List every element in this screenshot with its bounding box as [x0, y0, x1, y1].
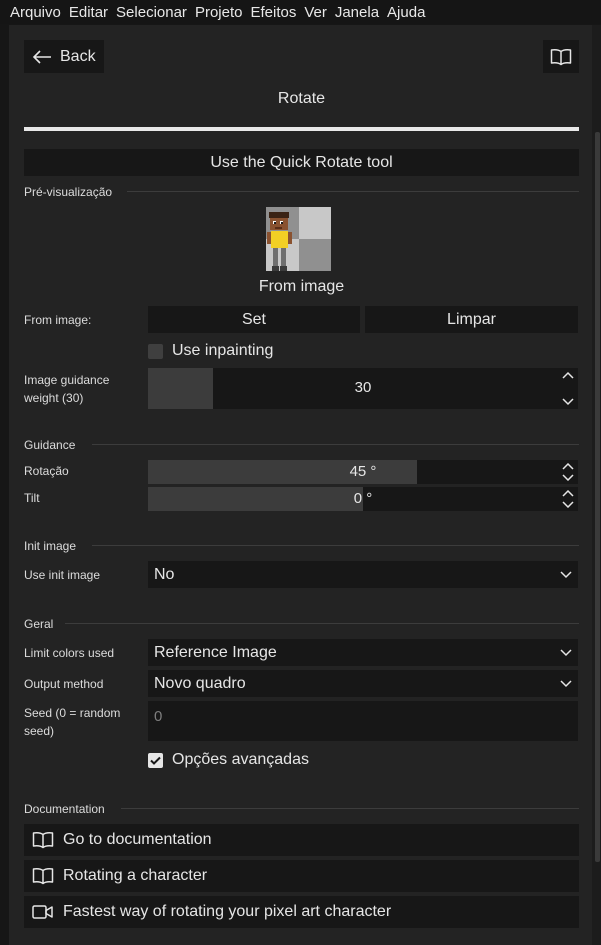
book-icon [32, 868, 54, 885]
limit-colors-select[interactable]: Reference Image [148, 639, 578, 666]
from-image-label: From image: [24, 313, 92, 327]
menu-bar: Arquivo Editar Selecionar Projeto Efeito… [0, 0, 601, 24]
back-label: Back [60, 47, 96, 65]
book-icon [550, 48, 572, 65]
scrollbar-thumb[interactable] [595, 132, 600, 862]
documentation-section-title: Documentation [24, 802, 105, 816]
chevron-down-icon[interactable] [562, 398, 574, 406]
doc-link-label: Rotating a character [63, 867, 208, 884]
menu-projeto[interactable]: Projeto [195, 4, 243, 21]
video-tutorial-button[interactable]: Fastest way of rotating your pixel art c… [24, 896, 579, 928]
output-method-value: Novo quadro [154, 674, 246, 692]
documentation-button[interactable] [543, 40, 579, 73]
general-section-title: Geral [24, 617, 54, 631]
limit-colors-value: Reference Image [154, 643, 277, 661]
tilt-label: Tilt [24, 491, 40, 505]
doc-link-label: Go to documentation [63, 831, 212, 848]
chevron-up-icon[interactable] [562, 490, 574, 497]
preview-caption: From image [258, 278, 345, 295]
rotation-spinbox[interactable]: 45 ° [148, 460, 578, 484]
menu-ajuda[interactable]: Ajuda [387, 4, 425, 21]
video-icon [32, 905, 53, 919]
section-divider [92, 545, 579, 546]
seed-input[interactable]: 0 [148, 701, 578, 741]
section-divider [127, 191, 579, 192]
preview-image [266, 207, 331, 271]
arrow-left-icon [32, 49, 51, 64]
checkbox-box[interactable] [148, 343, 163, 359]
rotating-character-doc-button[interactable]: Rotating a character [24, 860, 579, 892]
advanced-options-label: Opções avançadas [172, 751, 309, 768]
rotation-label: Rotação [24, 464, 69, 478]
rotation-value: 45 ° [349, 463, 377, 480]
book-icon [32, 832, 54, 849]
image-guidance-spinbox[interactable]: 30 [148, 368, 578, 409]
checkmark-icon [150, 756, 161, 765]
go-to-documentation-button[interactable]: Go to documentation [24, 824, 579, 856]
advanced-options-checkbox[interactable]: Opções avançadas [148, 751, 309, 769]
set-image-button[interactable]: Set [148, 306, 360, 333]
output-method-select[interactable]: Novo quadro [148, 670, 578, 697]
use-init-image-select[interactable]: No [148, 561, 578, 588]
init-image-section-title: Init image [24, 539, 77, 553]
tilt-value: 0 ° [353, 490, 373, 507]
menu-editar[interactable]: Editar [69, 4, 108, 21]
use-init-image-label: Use init image [24, 568, 101, 582]
chevron-down-icon[interactable] [562, 501, 574, 508]
menu-arquivo[interactable]: Arquivo [10, 4, 61, 21]
doc-link-label: Fastest way of rotating your pixel art c… [63, 903, 392, 920]
quick-rotate-button[interactable]: Use the Quick Rotate tool [24, 149, 579, 176]
menu-ver[interactable]: Ver [304, 4, 327, 21]
menu-janela[interactable]: Janela [335, 4, 379, 21]
section-divider [65, 623, 579, 624]
chevron-down-icon[interactable] [562, 474, 574, 481]
section-divider [121, 808, 579, 809]
use-inpainting-checkbox[interactable]: Use inpainting [148, 342, 273, 360]
character-sprite [266, 207, 331, 271]
image-guidance-value: 30 [354, 379, 372, 396]
chevron-up-icon[interactable] [562, 463, 574, 470]
title-underline [24, 127, 579, 131]
limit-colors-label: Limit colors used [24, 646, 115, 660]
output-method-label: Output method [24, 677, 104, 691]
chevron-down-icon [560, 648, 572, 656]
guidance-section-title: Guidance [24, 438, 76, 452]
menu-selecionar[interactable]: Selecionar [116, 4, 187, 21]
chevron-down-icon [560, 570, 572, 578]
page-title: Rotate [277, 90, 326, 107]
clear-image-button[interactable]: Limpar [365, 306, 578, 333]
tilt-spinbox[interactable]: 0 ° [148, 487, 578, 511]
use-inpainting-label: Use inpainting [172, 342, 274, 359]
chevron-up-icon[interactable] [562, 371, 574, 379]
back-button[interactable]: Back [24, 40, 104, 73]
menu-efeitos[interactable]: Efeitos [250, 4, 296, 21]
preview-section-title: Pré-visualização [24, 185, 113, 199]
use-init-image-value: No [154, 565, 175, 583]
checkbox-box[interactable] [148, 752, 163, 768]
section-divider [92, 444, 579, 445]
chevron-down-icon [560, 679, 572, 687]
seed-label: Seed (0 = random seed) [24, 706, 121, 738]
image-guidance-label: Image guidance weight (30) [24, 373, 110, 405]
